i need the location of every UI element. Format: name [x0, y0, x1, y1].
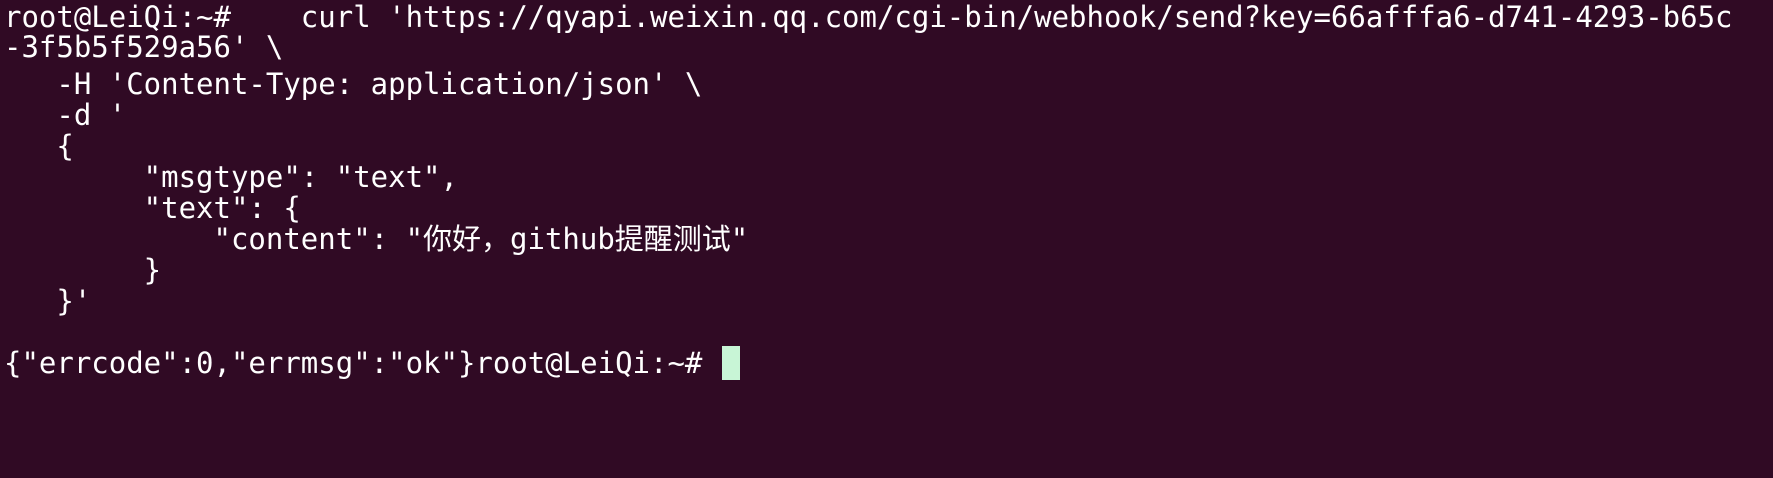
terminal-line: } [4, 253, 162, 287]
terminal-line: -3f5b5f529a56' \ [4, 30, 284, 64]
terminal-line: -d ' [4, 98, 127, 132]
terminal-line: "text": { [4, 191, 301, 225]
terminal-cursor[interactable] [721, 346, 740, 380]
terminal-line: -H 'Content-Type: application/json' \ [4, 67, 703, 101]
terminal-line: "msgtype": "text", [4, 160, 458, 194]
terminal-line: "content": "你好，github提醒测试" [4, 222, 749, 256]
terminal-prompt-line: {"errcode":0,"errmsg":"ok"}root@LeiQi:~# [4, 346, 740, 381]
terminal-window[interactable]: root@LeiQi:~# curl 'https://qyapi.weixin… [0, 0, 1773, 478]
terminal-output: {"errcode":0,"errmsg":"ok"}root@LeiQi:~# [4, 346, 720, 380]
terminal-line: }' [4, 284, 92, 318]
terminal-line: { [4, 129, 74, 163]
